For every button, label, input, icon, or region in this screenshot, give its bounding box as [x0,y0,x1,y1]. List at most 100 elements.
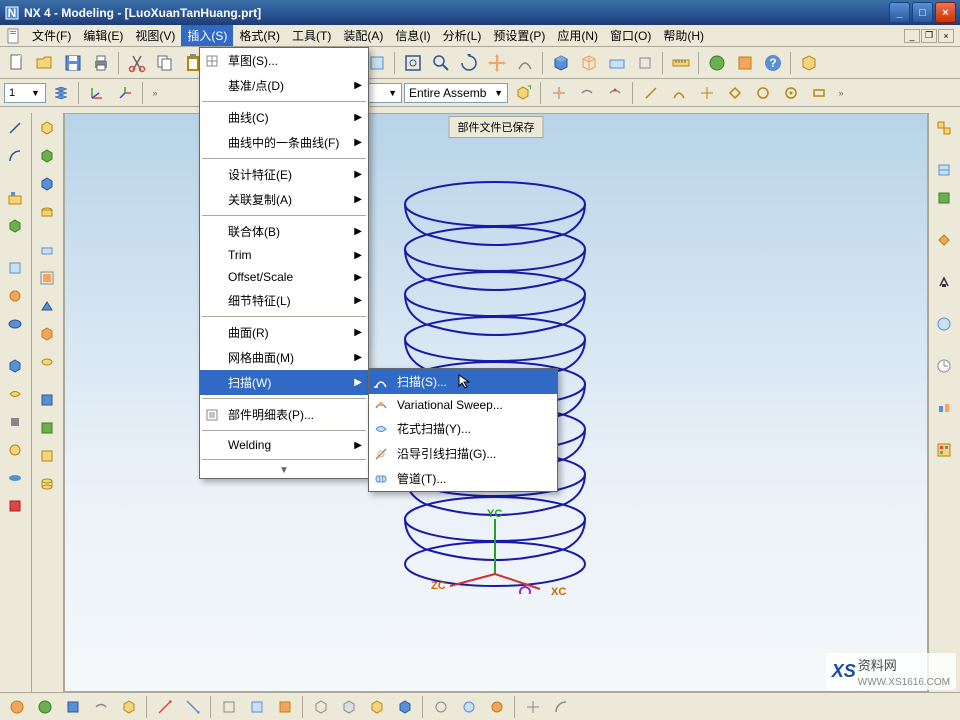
graphics-viewport[interactable]: 部件文件已保存 [64,113,928,692]
sketch-tool[interactable] [2,185,28,211]
bottom-tool-16[interactable] [456,694,482,720]
new-button[interactable] [4,50,30,76]
left-tool-2[interactable] [2,283,28,309]
shaded-button[interactable] [548,50,574,76]
menu-item-surface[interactable]: 曲面(R) ▶ [200,320,368,345]
tool-btn-6[interactable] [604,50,630,76]
left2-tool-11[interactable] [34,415,60,441]
right-tool-8[interactable] [931,395,957,421]
left2-tool-1[interactable] [34,115,60,141]
menu-help[interactable]: 帮助(H) [657,25,710,46]
minimize-button[interactable]: _ [889,2,910,23]
tool-btn-5[interactable] [512,50,538,76]
bottom-tool-1[interactable] [4,694,30,720]
curve-tool-4[interactable] [722,80,748,106]
menu-preferences[interactable]: 预设置(P) [487,25,551,46]
menu-item-offset-scale[interactable]: Offset/Scale ▶ [200,266,368,288]
menu-item-curve[interactable]: 曲线(C) ▶ [200,105,368,130]
menu-item-mesh-surface[interactable]: 网格曲面(M) ▶ [200,345,368,370]
print-button[interactable] [88,50,114,76]
right-tool-7[interactable] [931,353,957,379]
tool-btn-7[interactable] [632,50,658,76]
menu-item-datum[interactable]: 基准/点(D) ▶ [200,73,368,98]
bottom-tool-8[interactable] [216,694,242,720]
right-tool-3[interactable] [931,185,957,211]
line-tool[interactable] [2,115,28,141]
menu-item-sketch[interactable]: 草图(S)... [200,48,368,73]
menu-item-trim[interactable]: Trim ▶ [200,244,368,266]
right-tool-6[interactable] [931,311,957,337]
bottom-tool-4[interactable] [88,694,114,720]
open-button[interactable] [32,50,58,76]
bottom-tool-7[interactable] [180,694,206,720]
sel-btn-2[interactable] [546,80,572,106]
bottom-tool-9[interactable] [244,694,270,720]
left2-tool-3[interactable] [34,171,60,197]
mdi-close[interactable]: × [938,29,954,43]
left2-tool-10[interactable] [34,387,60,413]
scope-filter-dropdown[interactable]: Entire Assemb ▼ [404,83,508,103]
left2-tool-13[interactable] [34,471,60,497]
menu-format[interactable]: 格式(R) [233,25,286,46]
menu-item-curve-from-curve[interactable]: 曲线中的一条曲线(F) ▶ [200,130,368,155]
bottom-tool-11[interactable] [308,694,334,720]
menu-application[interactable]: 应用(N) [551,25,604,46]
maximize-button[interactable]: □ [912,2,933,23]
bottom-tool-2[interactable] [32,694,58,720]
submenu-item-styled-sweep[interactable]: 花式扫描(Y)... [369,416,557,441]
fit-button[interactable] [400,50,426,76]
menu-item-welding[interactable]: Welding ▶ [200,434,368,456]
pan-button[interactable] [484,50,510,76]
menu-tools[interactable]: 工具(T) [286,25,337,46]
right-tool-4[interactable] [931,227,957,253]
layer-dropdown[interactable]: ▼ [4,83,46,103]
left2-tool-8[interactable] [34,321,60,347]
submenu-item-variational-sweep[interactable]: Variational Sweep... [369,394,557,416]
menu-item-combine[interactable]: 联合体(B) ▶ [200,219,368,244]
left2-tool-9[interactable] [34,349,60,375]
left-tool-7[interactable] [2,437,28,463]
left-tool-6[interactable] [2,409,28,435]
close-button[interactable]: × [935,2,956,23]
left2-tool-12[interactable] [34,443,60,469]
feature-tool[interactable] [2,213,28,239]
curve-tool-3[interactable] [694,80,720,106]
bottom-tool-15[interactable] [428,694,454,720]
wcs-button[interactable] [84,80,110,106]
wireframe-button[interactable] [576,50,602,76]
bottom-tool-3[interactable] [60,694,86,720]
left2-tool-6[interactable] [34,265,60,291]
layer-input[interactable] [9,87,31,99]
bottom-tool-17[interactable] [484,694,510,720]
sel-btn-3[interactable] [574,80,600,106]
sel-btn-1[interactable]: + [510,80,536,106]
left2-tool-4[interactable] [34,199,60,225]
left-tool-9[interactable] [2,493,28,519]
right-tool-9[interactable] [931,437,957,463]
help-button[interactable]: ? [760,50,786,76]
copy-button[interactable] [152,50,178,76]
menu-insert[interactable]: 插入(S) [181,25,233,46]
curve-tool-2[interactable] [666,80,692,106]
bottom-tool-13[interactable] [364,694,390,720]
right-tool-5[interactable] [931,269,957,295]
curve-tool-5[interactable] [750,80,776,106]
save-button[interactable] [60,50,86,76]
bottom-tool-12[interactable] [336,694,362,720]
bottom-tool-5[interactable] [116,694,142,720]
csys-button[interactable] [112,80,138,106]
tool-btn-8[interactable] [704,50,730,76]
curve-toolbar-overflow[interactable]: » [834,81,848,105]
submenu-item-sweep[interactable]: 扫描(S)... [369,369,557,394]
left-tool-8[interactable] [2,465,28,491]
menu-expand[interactable]: ▼ [200,463,368,478]
menu-item-assoc-copy[interactable]: 关联复制(A) ▶ [200,187,368,212]
left2-tool-5[interactable] [34,237,60,263]
menu-item-detail-feature[interactable]: 细节特征(L) ▶ [200,288,368,313]
menu-assembly[interactable]: 装配(A) [337,25,389,46]
sel-btn-4[interactable] [602,80,628,106]
menu-edit[interactable]: 编辑(E) [77,25,129,46]
menu-info[interactable]: 信息(I) [389,25,436,46]
menu-file[interactable]: 文件(F) [26,25,77,46]
left2-tool-7[interactable] [34,293,60,319]
